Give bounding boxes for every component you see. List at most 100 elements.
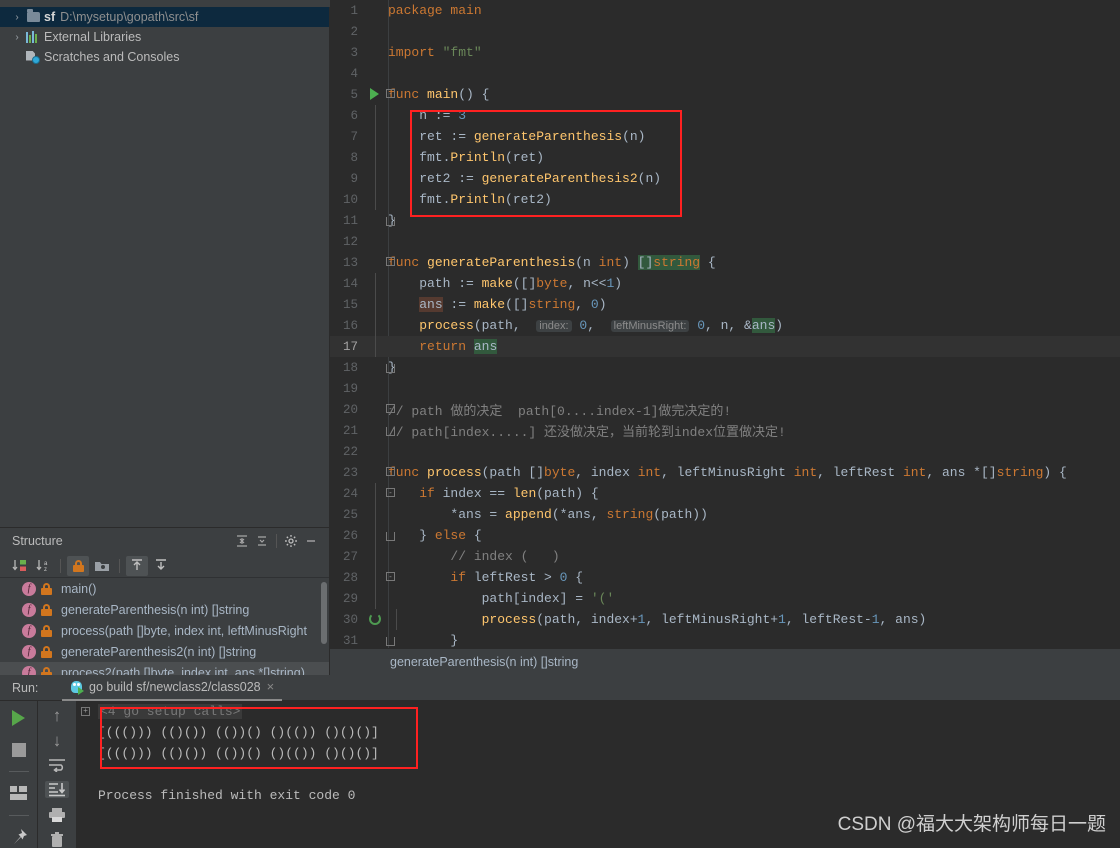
code-line-31[interactable]: 31 } [330, 630, 1120, 648]
scroll-to-end-icon[interactable] [45, 781, 69, 799]
code-line-10[interactable]: 10 fmt.Println(ret2) [330, 189, 1120, 210]
code-line-13[interactable]: 13 - func generateParenthesis(n int) []s… [330, 252, 1120, 273]
collapse-all-icon[interactable] [252, 531, 272, 551]
gutter[interactable]: - [366, 84, 395, 105]
sort-by-visibility-icon[interactable] [8, 556, 30, 576]
code-line-5[interactable]: 5 - func main() { [330, 84, 1120, 105]
gutter[interactable] [366, 0, 388, 21]
gutter[interactable] [366, 231, 388, 252]
code-editor[interactable]: 1 package main 2 3 import "fmt" 4 5 - fu… [330, 0, 1120, 648]
code-line-18[interactable]: 18 } [330, 357, 1120, 378]
gutter[interactable] [366, 189, 388, 210]
gutter[interactable]: - [366, 567, 395, 588]
recursion-gutter-icon[interactable] [369, 613, 381, 625]
gutter[interactable] [366, 147, 388, 168]
code-line-17[interactable]: 17 return ans [330, 336, 1120, 357]
code-line-26[interactable]: 26 } else { [330, 525, 1120, 546]
code-line-24[interactable]: 24 - if index == len(path) { [330, 483, 1120, 504]
down-arrow-icon[interactable]: ↓ [45, 732, 69, 749]
code-line-11[interactable]: 11 } [330, 210, 1120, 231]
fold-end-icon[interactable] [386, 217, 395, 226]
gutter[interactable] [366, 273, 388, 294]
fold-collapse-icon[interactable]: - [386, 257, 395, 266]
gutter[interactable]: - [366, 252, 395, 273]
code-line-8[interactable]: 8 fmt.Println(ret) [330, 147, 1120, 168]
structure-member-list[interactable]: f main() f generateParenthesis(n int) []… [0, 578, 329, 675]
run-gutter-icon[interactable] [370, 88, 379, 100]
layout-icon[interactable] [7, 783, 31, 804]
code-line-25[interactable]: 25 *ans = append(*ans, string(path)) [330, 504, 1120, 525]
gutter[interactable] [366, 210, 395, 231]
gutter[interactable] [366, 168, 388, 189]
gutter[interactable]: - [366, 483, 395, 504]
tree-item-external-libraries[interactable]: › External Libraries [0, 27, 329, 47]
print-icon[interactable] [45, 806, 69, 823]
code-line-15[interactable]: 15 ans := make([]string, 0) [330, 294, 1120, 315]
code-line-23[interactable]: 23 - func process(path []byte, index int… [330, 462, 1120, 483]
gutter[interactable] [366, 315, 388, 336]
breadcrumb[interactable]: generateParenthesis(n int) []string [330, 648, 1120, 675]
sort-alphabetically-icon[interactable]: az [32, 556, 54, 576]
fold-end-icon[interactable] [386, 637, 395, 646]
tree-item-scratches-and-consoles[interactable]: Scratches and Consoles [0, 47, 329, 67]
run-icon[interactable] [7, 707, 31, 728]
code-line-7[interactable]: 7 ret := generateParenthesis(n) [330, 126, 1120, 147]
code-line-9[interactable]: 9 ret2 := generateParenthesis2(n) [330, 168, 1120, 189]
code-line-16[interactable]: 16 process(path, index: 0, leftMinusRigh… [330, 315, 1120, 336]
structure-item-main[interactable]: f main() [0, 578, 329, 599]
fold-collapse-icon[interactable]: - [386, 572, 395, 581]
code-line-2[interactable]: 2 [330, 21, 1120, 42]
code-line-29[interactable]: 29 path[index] = '(' [330, 588, 1120, 609]
fold-end-icon[interactable] [386, 532, 395, 541]
tree-item-sf[interactable]: › sf D:\mysetup\gopath\src\sf [0, 7, 329, 27]
code-line-22[interactable]: 22 [330, 441, 1120, 462]
code-line-6[interactable]: 6 n := 3 [330, 105, 1120, 126]
code-line-19[interactable]: 19 [330, 378, 1120, 399]
gutter[interactable] [366, 378, 388, 399]
run-tab-go-build[interactable]: go build sf/newclass2/class028 × [62, 675, 283, 701]
console-setup-line[interactable]: + <4 go setup calls> [76, 701, 1120, 722]
chevron-right-icon[interactable]: › [10, 12, 24, 23]
gear-icon[interactable] [281, 531, 301, 551]
stop-icon[interactable] [7, 739, 31, 760]
gutter[interactable]: - [366, 399, 395, 420]
code-line-21[interactable]: 21 // path[index.....] 还没做决定，当前轮到index位置… [330, 420, 1120, 441]
chevron-right-icon[interactable]: › [10, 32, 24, 43]
code-line-30[interactable]: 30 process(path, index+1, leftMinusRight… [330, 609, 1120, 630]
show-non-public-icon[interactable] [67, 555, 89, 576]
fold-collapse-icon[interactable]: - [386, 467, 395, 476]
gutter[interactable] [366, 546, 388, 567]
structure-item-process2[interactable]: f process2(path []byte, index int, ans *… [0, 662, 329, 675]
code-line-1[interactable]: 1 package main [330, 0, 1120, 21]
gutter[interactable] [366, 357, 395, 378]
code-line-3[interactable]: 3 import "fmt" [330, 42, 1120, 63]
gutter[interactable] [366, 588, 388, 609]
structure-item-process[interactable]: f process(path []byte, index int, leftMi… [0, 620, 329, 641]
trash-icon[interactable] [45, 831, 69, 848]
structure-scrollbar[interactable] [321, 582, 327, 644]
gutter[interactable]: - [366, 462, 395, 483]
gutter[interactable] [366, 441, 388, 462]
structure-item-generateparenthesis[interactable]: f generateParenthesis(n int) []string [0, 599, 329, 620]
show-inherited-icon[interactable] [126, 555, 148, 576]
fold-end-icon[interactable] [386, 364, 395, 373]
fold-collapse-icon[interactable]: - [386, 488, 395, 497]
close-icon[interactable]: × [267, 679, 275, 694]
code-line-28[interactable]: 28 - if leftRest > 0 { [330, 567, 1120, 588]
gutter[interactable] [366, 630, 395, 648]
code-line-27[interactable]: 27 // index ( ) [330, 546, 1120, 567]
expand-all-icon[interactable] [232, 531, 252, 551]
group-icon[interactable] [91, 556, 113, 576]
gutter[interactable] [366, 504, 388, 525]
gutter[interactable] [366, 336, 388, 357]
show-anonymous-icon[interactable] [150, 556, 172, 576]
code-line-14[interactable]: 14 path := make([]byte, n<<1) [330, 273, 1120, 294]
fold-expand-icon[interactable]: + [81, 707, 90, 716]
gutter[interactable] [366, 21, 388, 42]
fold-collapse-icon[interactable]: - [386, 89, 395, 98]
gutter[interactable] [366, 63, 388, 84]
gutter[interactable] [366, 525, 395, 546]
fold-collapse-icon[interactable]: - [386, 404, 395, 413]
structure-item-generateparenthesis2[interactable]: f generateParenthesis2(n int) []string [0, 641, 329, 662]
gutter[interactable] [366, 420, 395, 441]
